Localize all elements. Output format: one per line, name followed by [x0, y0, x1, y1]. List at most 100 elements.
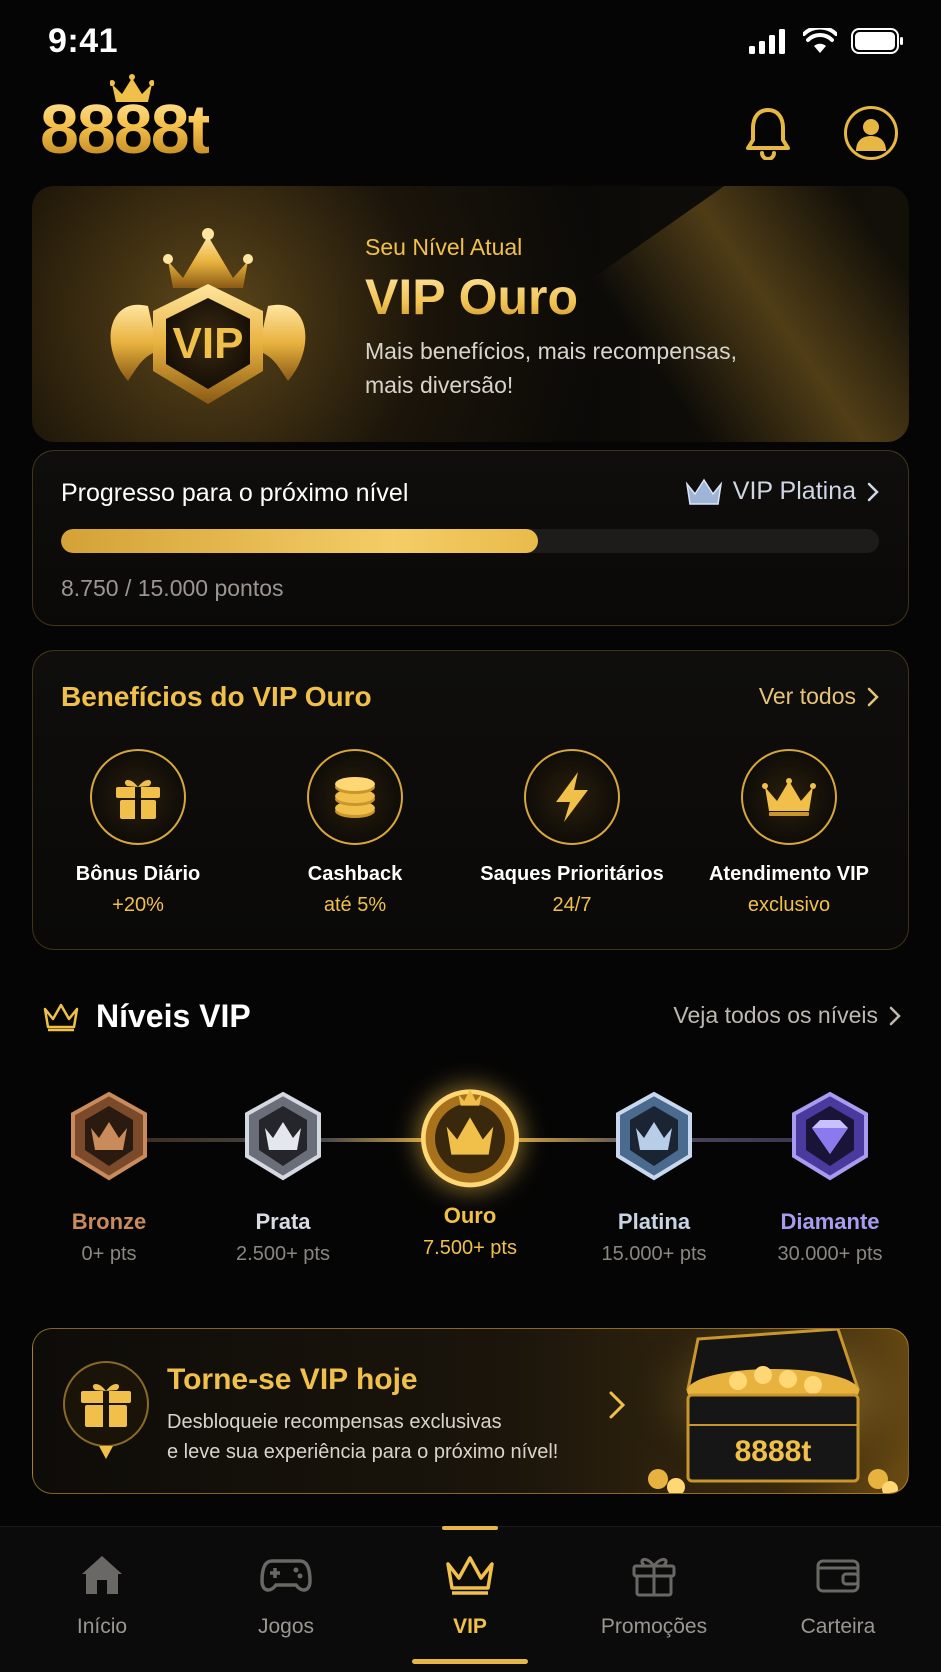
tab-label: VIP — [453, 1615, 487, 1638]
battery-icon — [851, 28, 903, 54]
vip-gold-badge-icon: VIP — [110, 228, 306, 404]
promo-title: Torne-se VIP hoje — [167, 1363, 418, 1396]
level-points: 0+ pts — [81, 1243, 137, 1265]
tab-label: Jogos — [257, 1615, 315, 1638]
coins-icon — [335, 777, 375, 818]
benefits-title: Benefícios do VIP Ouro — [61, 681, 372, 712]
silver-medal-icon — [245, 1091, 321, 1181]
tab-label: Carteira — [800, 1615, 876, 1638]
progress-bar — [61, 529, 879, 553]
crown-icon — [762, 778, 816, 816]
chevron-right-icon — [867, 687, 879, 706]
level-points: 30.000+ pts — [777, 1243, 883, 1265]
lightning-icon — [556, 772, 588, 822]
badge-vip-text: VIP — [173, 319, 244, 368]
benefit-value: até 5% — [323, 894, 387, 916]
level-name: Diamante — [780, 1209, 880, 1234]
benefit-item-cashback[interactable]: Cashback até 5% — [250, 749, 460, 917]
brand-logo[interactable]: 8888t — [40, 74, 250, 170]
chevron-right-icon — [609, 1391, 626, 1419]
notification-bell-icon[interactable] — [744, 106, 792, 160]
vip-levels-see-all-link[interactable]: Veja todos os níveis — [673, 1002, 902, 1029]
current-level-label: Seu Nível Atual — [365, 234, 523, 260]
level-diamond[interactable]: Diamante 30.000+ pts — [750, 1088, 910, 1266]
progress-points: 8.750 / 15.000 pontos — [61, 575, 284, 601]
gamepad-icon — [260, 1559, 312, 1592]
tab-home[interactable]: Início — [22, 1547, 182, 1639]
level-platinum[interactable]: Platina 15.000+ pts — [574, 1088, 734, 1266]
level-name: Ouro — [443, 1203, 497, 1228]
benefits-card: Benefícios do VIP Ouro Ver todos Bônus D… — [32, 650, 909, 950]
crown-icon — [446, 1556, 494, 1595]
wallet-icon — [816, 1559, 860, 1593]
gold-medal-icon — [421, 1089, 519, 1188]
level-name: Platina — [617, 1209, 691, 1234]
tab-label: Início — [76, 1615, 128, 1638]
vip-levels-see-all-label: Veja todos os níveis — [673, 1002, 878, 1028]
level-silver[interactable]: Prata 2.500+ pts — [203, 1088, 363, 1266]
level-name: Bronze — [71, 1209, 147, 1234]
chevron-right-icon — [867, 482, 879, 501]
tab-active-indicator — [412, 1659, 528, 1664]
benefit-name: Saques Prioritários — [480, 863, 664, 885]
next-level-name: VIP Platina — [732, 477, 856, 505]
benefit-value: exclusivo — [747, 894, 831, 916]
current-level-banner: VIP Seu Nível Atual VIP Ouro Mais benefí… — [32, 186, 909, 442]
tab-promotions[interactable]: Promoções — [574, 1547, 734, 1639]
benefit-value: +20% — [112, 894, 164, 916]
progress-card: Progresso para o próximo nível VIP Plati… — [32, 450, 909, 626]
diamond-medal-icon — [792, 1091, 868, 1181]
level-points: 7.500+ pts — [423, 1237, 517, 1259]
crown-icon — [43, 1003, 79, 1032]
level-gold[interactable]: Ouro 7.500+ pts — [390, 1080, 550, 1260]
benefit-circle — [524, 749, 620, 845]
status-icons — [749, 28, 905, 54]
chevron-right-icon — [889, 1006, 901, 1025]
benefit-item-priority-withdrawals[interactable]: Saques Prioritários 24/7 — [467, 749, 677, 917]
benefits-see-all-link[interactable]: Ver todos — [759, 683, 880, 710]
hero-light-streak — [592, 186, 909, 442]
user-icon — [856, 119, 886, 151]
current-level-title: VIP Ouro — [365, 269, 579, 325]
benefit-circle — [741, 749, 837, 845]
tab-wallet[interactable]: Carteira — [758, 1547, 918, 1639]
home-icon — [82, 1556, 122, 1594]
tab-label: Promoções — [600, 1615, 708, 1638]
benefit-circle — [90, 749, 186, 845]
platinum-medal-icon — [616, 1091, 692, 1181]
benefit-value: 24/7 — [552, 894, 592, 916]
level-bronze[interactable]: Bronze 0+ pts — [29, 1088, 189, 1266]
level-points: 2.500+ pts — [236, 1243, 330, 1265]
logo-text: 8888t — [40, 90, 211, 168]
benefit-name: Atendimento VIP — [708, 863, 869, 885]
benefits-see-all-label: Ver todos — [758, 683, 856, 709]
treasure-chest-icon: 8888t — [628, 1329, 908, 1493]
next-level-link[interactable]: VIP Platina — [685, 477, 880, 506]
platinum-crown-icon — [685, 478, 722, 505]
tab-games[interactable]: Jogos — [206, 1547, 366, 1639]
bronze-medal-icon — [71, 1091, 147, 1181]
progress-bar-fill — [61, 529, 538, 553]
benefit-item-vip-support[interactable]: Atendimento VIP exclusivo — [684, 749, 894, 917]
chest-logo-text: 8888t — [735, 1435, 812, 1468]
benefit-circle — [307, 749, 403, 845]
gift-icon — [116, 779, 160, 819]
promo-text-line2: e leve sua experiência para o próximo ní… — [167, 1441, 559, 1463]
tab-vip[interactable]: VIP — [390, 1526, 550, 1664]
promo-text-line1: Desbloqueie recompensas exclusivas — [167, 1411, 502, 1433]
progress-title: Progresso para o próximo nível — [61, 479, 409, 507]
promo-text: Desbloqueie recompensas exclusivas e lev… — [167, 1407, 597, 1467]
benefit-name: Bônus Diário — [75, 863, 201, 885]
benefit-item-daily-bonus[interactable]: Bônus Diário +20% — [33, 749, 243, 917]
become-vip-banner[interactable]: Torne-se VIP hoje Desbloqueie recompensa… — [32, 1328, 909, 1494]
profile-avatar-button[interactable] — [844, 106, 898, 160]
level-name: Prata — [255, 1209, 311, 1234]
gift-icon — [632, 1558, 676, 1597]
level-points: 15.000+ pts — [601, 1243, 707, 1265]
bottom-tab-bar: Início Jogos VIP Promoções Carteira — [0, 1526, 941, 1672]
vip-levels-header: Níveis VIP Veja todos os níveis — [42, 996, 902, 1040]
signal-icon — [749, 29, 785, 54]
wifi-icon — [803, 28, 837, 53]
benefit-name: Cashback — [307, 863, 403, 885]
vip-levels-title: Níveis VIP — [96, 998, 251, 1034]
